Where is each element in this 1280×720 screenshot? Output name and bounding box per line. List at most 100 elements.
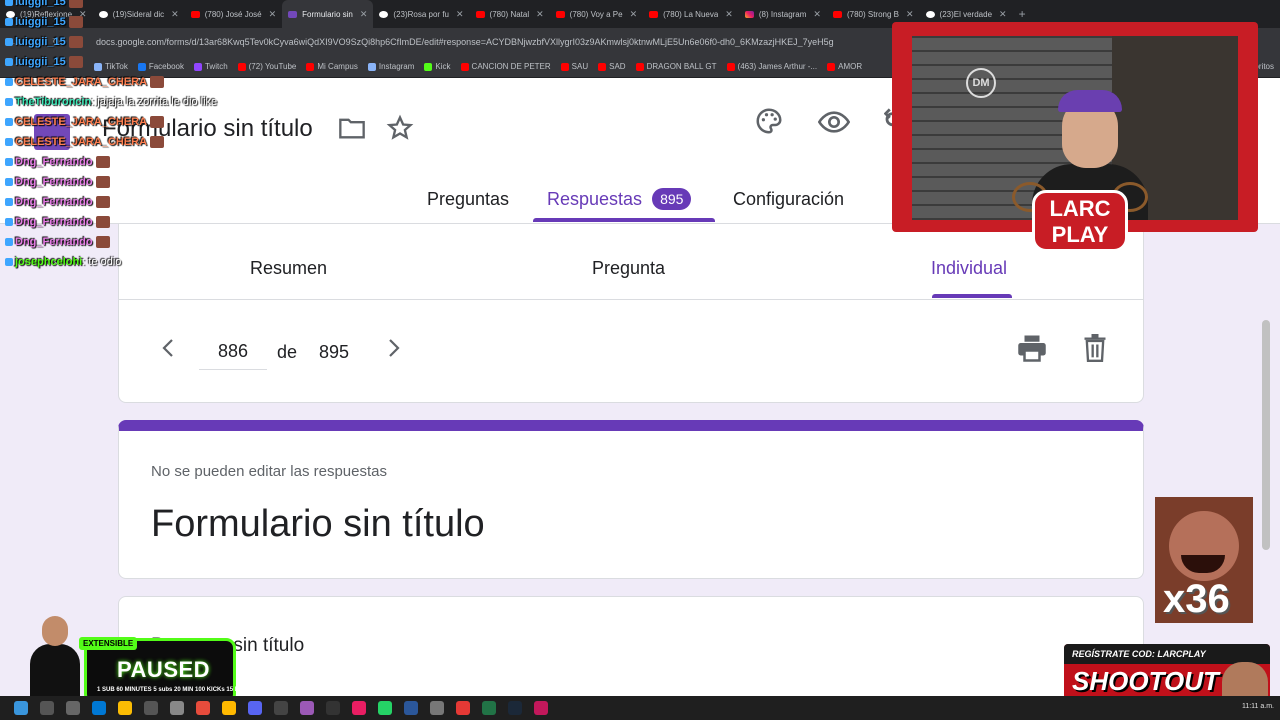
subtab-individual[interactable]: Individual bbox=[931, 258, 1007, 279]
browser-tab[interactable]: (780) La Nueva ✕ bbox=[643, 0, 739, 28]
bookmark-item[interactable]: Mi Campus bbox=[306, 62, 358, 71]
chat-badge-icon bbox=[5, 258, 13, 267]
close-tab-icon[interactable]: ✕ bbox=[456, 9, 464, 20]
form-title[interactable]: Formulario sin título bbox=[102, 115, 313, 143]
steam-icon[interactable] bbox=[508, 701, 522, 715]
chrome-icon[interactable] bbox=[118, 701, 132, 715]
bookmark-item[interactable]: Kick bbox=[424, 62, 451, 71]
bookmark-item[interactable]: SAU bbox=[560, 62, 588, 71]
browser-tab[interactable]: (780) Natal ✕ bbox=[470, 0, 550, 28]
bookmark-favicon-icon bbox=[137, 62, 146, 71]
bookmark-label: TikTok bbox=[105, 62, 128, 71]
word-icon[interactable] bbox=[404, 701, 418, 715]
promo-header: REGÍSTRATE COD: LARCPLAY bbox=[1064, 644, 1270, 664]
windows-store-icon[interactable] bbox=[92, 701, 106, 715]
discord-icon[interactable] bbox=[248, 701, 262, 715]
bookmark-item[interactable]: SAD bbox=[598, 62, 626, 71]
print-icon[interactable] bbox=[1017, 334, 1047, 362]
tab-settings[interactable]: Configuración bbox=[733, 176, 844, 222]
browser-tab-label: Formulario sin bbox=[302, 9, 353, 19]
forward-icon[interactable]: → bbox=[30, 37, 40, 48]
browser-tab[interactable]: Formulario sin ✕ bbox=[282, 0, 374, 28]
new-tab-icon[interactable]: + bbox=[1013, 7, 1032, 21]
close-tab-icon[interactable]: ✕ bbox=[725, 9, 733, 20]
app-icon[interactable] bbox=[300, 701, 314, 715]
close-tab-icon[interactable]: ✕ bbox=[79, 9, 87, 20]
star-icon[interactable] bbox=[386, 114, 414, 142]
promo-brand: SHOOTOUT bbox=[1072, 666, 1219, 696]
bookmark-item[interactable]: Twitch bbox=[193, 62, 228, 71]
response-number-input[interactable]: 886 bbox=[199, 340, 267, 370]
app-icon[interactable] bbox=[144, 701, 158, 715]
bookmark-favicon-icon bbox=[460, 62, 469, 71]
search-icon[interactable] bbox=[40, 701, 54, 715]
streamer-avatar bbox=[24, 608, 84, 702]
browser-tab[interactable]: (780) José José ✕ bbox=[185, 0, 282, 28]
windows-start-icon[interactable] bbox=[14, 701, 28, 715]
delete-trash-icon[interactable] bbox=[1083, 334, 1107, 362]
tiktok-icon bbox=[98, 10, 108, 18]
close-tab-icon[interactable]: ✕ bbox=[999, 9, 1007, 20]
browser-tab-label: (19)Reflexione bbox=[20, 9, 73, 19]
tab-questions[interactable]: Preguntas bbox=[427, 176, 509, 222]
responses-count-badge: 895 bbox=[652, 188, 692, 210]
bookmark-favicon-icon bbox=[94, 62, 102, 71]
close-tab-icon[interactable]: ✕ bbox=[171, 9, 179, 20]
app-icon[interactable] bbox=[170, 701, 184, 715]
bookmark-item[interactable]: CANCION DE PETER bbox=[460, 62, 551, 71]
app-icon[interactable] bbox=[456, 701, 470, 715]
bookmark-item[interactable]: AMOR bbox=[827, 62, 862, 71]
app-icon[interactable] bbox=[196, 701, 210, 715]
chat-username: josephcelohi bbox=[15, 256, 83, 268]
active-tab-indicator bbox=[533, 218, 715, 222]
subtab-question[interactable]: Pregunta bbox=[592, 258, 665, 279]
page-scrollbar[interactable] bbox=[1262, 320, 1270, 550]
bookmark-label: Instagram bbox=[378, 62, 415, 71]
browser-tab[interactable]: (19)Reflexione ✕ bbox=[0, 0, 93, 28]
clock: 11:11 a.m. bbox=[1241, 703, 1274, 710]
chevron-right-icon[interactable] bbox=[385, 338, 403, 358]
app-icon[interactable] bbox=[534, 701, 548, 715]
app-icon[interactable] bbox=[352, 701, 366, 715]
streamer-headset bbox=[1058, 90, 1122, 112]
bookmark-item[interactable]: (463) James Arthur -... bbox=[726, 62, 817, 71]
folder-icon[interactable] bbox=[338, 116, 366, 140]
reload-icon[interactable]: ↻ bbox=[52, 37, 60, 48]
tab-responses[interactable]: Respuestas 895 bbox=[547, 176, 692, 222]
url-text[interactable]: docs.google.com/forms/d/13ar68Kwq5Tev0kC… bbox=[96, 37, 834, 47]
tiktok-icon bbox=[925, 10, 935, 18]
browser-tab[interactable]: (780) Voy a Pe ✕ bbox=[550, 0, 643, 28]
bookmark-item[interactable]: (72) YouTube bbox=[237, 62, 296, 71]
bookmark-item[interactable]: TikTok bbox=[94, 62, 128, 71]
browser-tab[interactable]: (23)Rosa por fu ✕ bbox=[373, 0, 469, 28]
close-tab-icon[interactable]: ✕ bbox=[536, 9, 544, 20]
bookmark-item[interactable]: Facebook bbox=[137, 62, 184, 71]
obs-icon[interactable] bbox=[326, 701, 340, 715]
palette-icon[interactable] bbox=[754, 106, 784, 136]
app-icon[interactable] bbox=[274, 701, 288, 715]
webcam-frame: DM LARC PLAY bbox=[892, 22, 1258, 252]
excel-icon[interactable] bbox=[482, 701, 496, 715]
chevron-left-icon[interactable] bbox=[159, 338, 177, 358]
back-icon[interactable]: ← bbox=[8, 37, 18, 48]
google-forms-logo-icon[interactable] bbox=[34, 114, 70, 150]
google-forms-icon bbox=[288, 10, 298, 18]
preview-eye-icon[interactable] bbox=[818, 108, 850, 136]
subtab-summary[interactable]: Resumen bbox=[250, 258, 327, 279]
bookmark-favicon-icon bbox=[306, 62, 315, 71]
browser-tab-label: (780) José José bbox=[204, 9, 262, 19]
bookmark-item[interactable]: DRAGON BALL GT bbox=[635, 62, 717, 71]
close-tab-icon[interactable]: ✕ bbox=[906, 9, 914, 20]
browser-tab[interactable]: (19)Sideral dic ✕ bbox=[93, 0, 185, 28]
bookmark-item[interactable]: Instagram bbox=[367, 62, 415, 71]
close-tab-icon[interactable]: ✕ bbox=[813, 9, 821, 20]
calculator-icon[interactable] bbox=[430, 701, 444, 715]
response-form-title: Formulario sin título bbox=[151, 503, 485, 545]
close-tab-icon[interactable]: ✕ bbox=[269, 9, 277, 20]
file-explorer-icon[interactable] bbox=[222, 701, 236, 715]
close-tab-icon[interactable]: ✕ bbox=[630, 9, 638, 20]
task-view-icon[interactable] bbox=[66, 701, 80, 715]
whatsapp-icon[interactable] bbox=[378, 701, 392, 715]
browser-tab[interactable]: (8) Instagram ✕ bbox=[739, 0, 827, 28]
close-tab-icon[interactable]: ✕ bbox=[360, 9, 368, 20]
